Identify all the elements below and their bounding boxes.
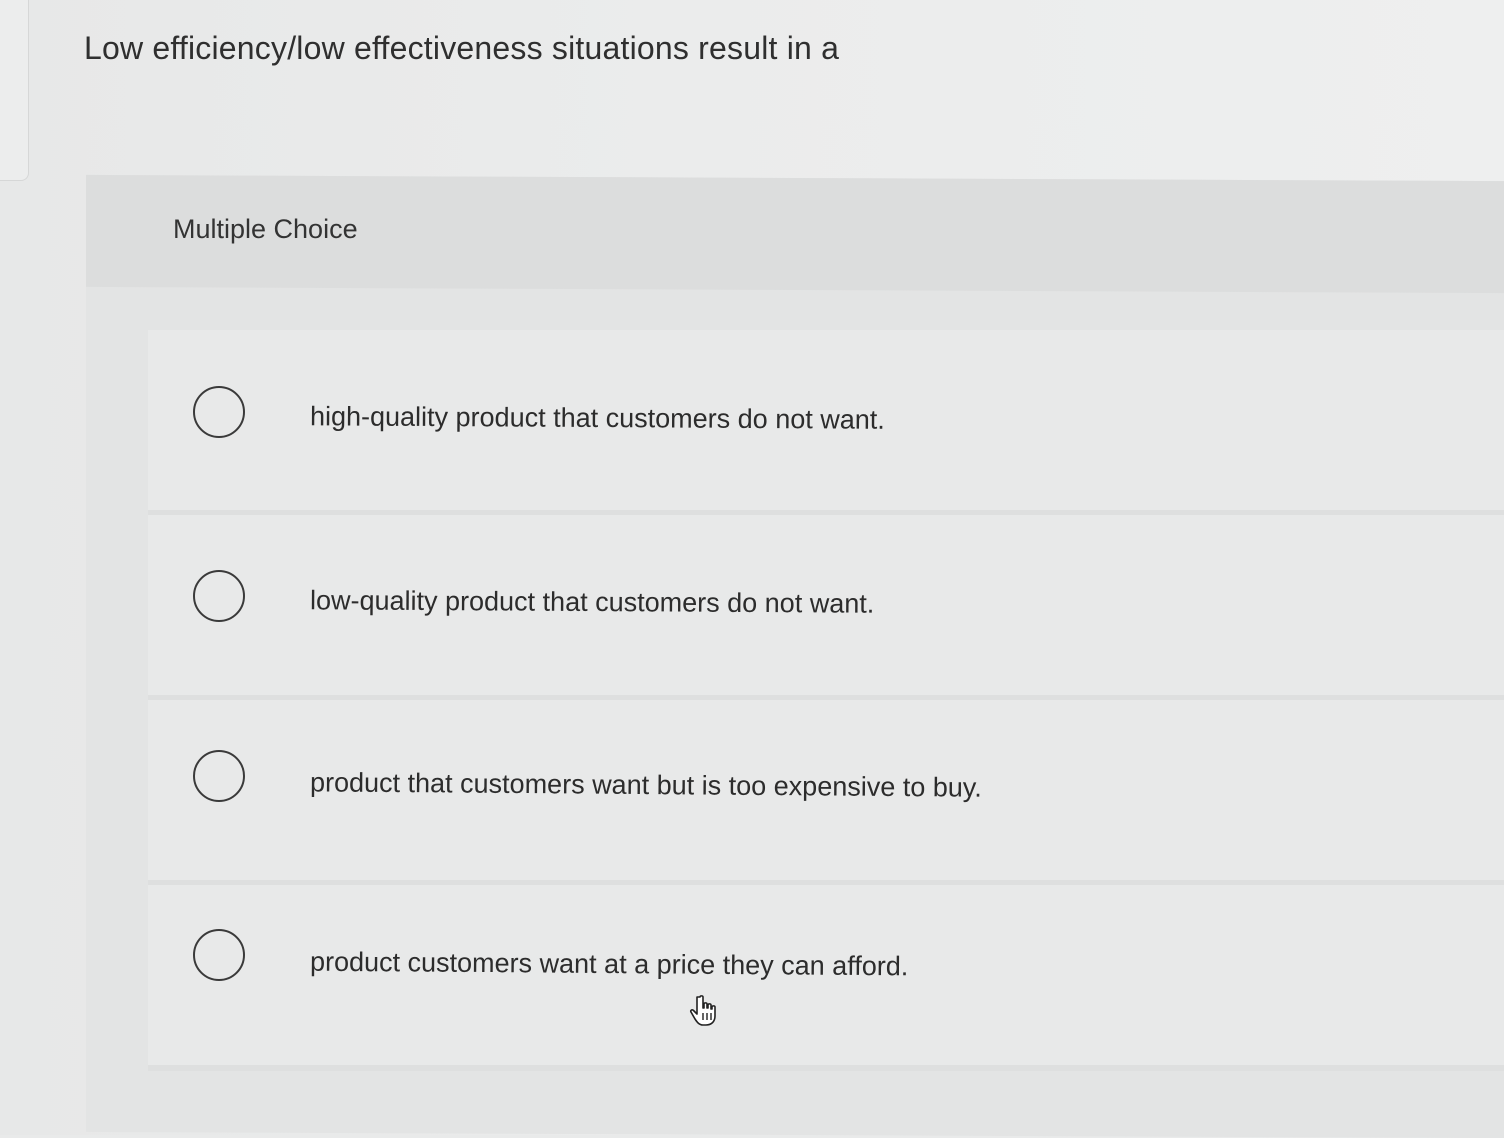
page: Low efficiency/low effectiveness situati…	[0, 0, 1504, 1138]
answer-options: high-quality product that customers do n…	[148, 290, 1504, 1135]
hand-pointer-icon	[688, 994, 722, 1028]
question-text: Low efficiency/low effectiveness situati…	[84, 30, 840, 66]
answer-option-2[interactable]: low-quality product that customers do no…	[148, 515, 1504, 701]
multiple-choice-label: Multiple Choice	[173, 214, 358, 244]
radio-button-option-3[interactable]	[193, 750, 245, 802]
answer-option-text[interactable]: high-quality product that customers do n…	[310, 401, 885, 436]
answer-option-text[interactable]: low-quality product that customers do no…	[310, 585, 874, 619]
answer-option-1[interactable]: high-quality product that customers do n…	[148, 330, 1504, 516]
answer-option-4[interactable]: product customers want at a price they c…	[148, 885, 1504, 1071]
left-panel-edge	[0, 0, 29, 181]
radio-button-option-1[interactable]	[193, 386, 245, 438]
radio-button-option-2[interactable]	[193, 570, 245, 622]
answer-option-text[interactable]: product that customers want but is too e…	[310, 767, 982, 803]
answer-option-3[interactable]: product that customers want but is too e…	[148, 700, 1504, 886]
answer-option-text[interactable]: product customers want at a price they c…	[310, 947, 909, 983]
radio-button-option-4[interactable]	[193, 929, 245, 981]
